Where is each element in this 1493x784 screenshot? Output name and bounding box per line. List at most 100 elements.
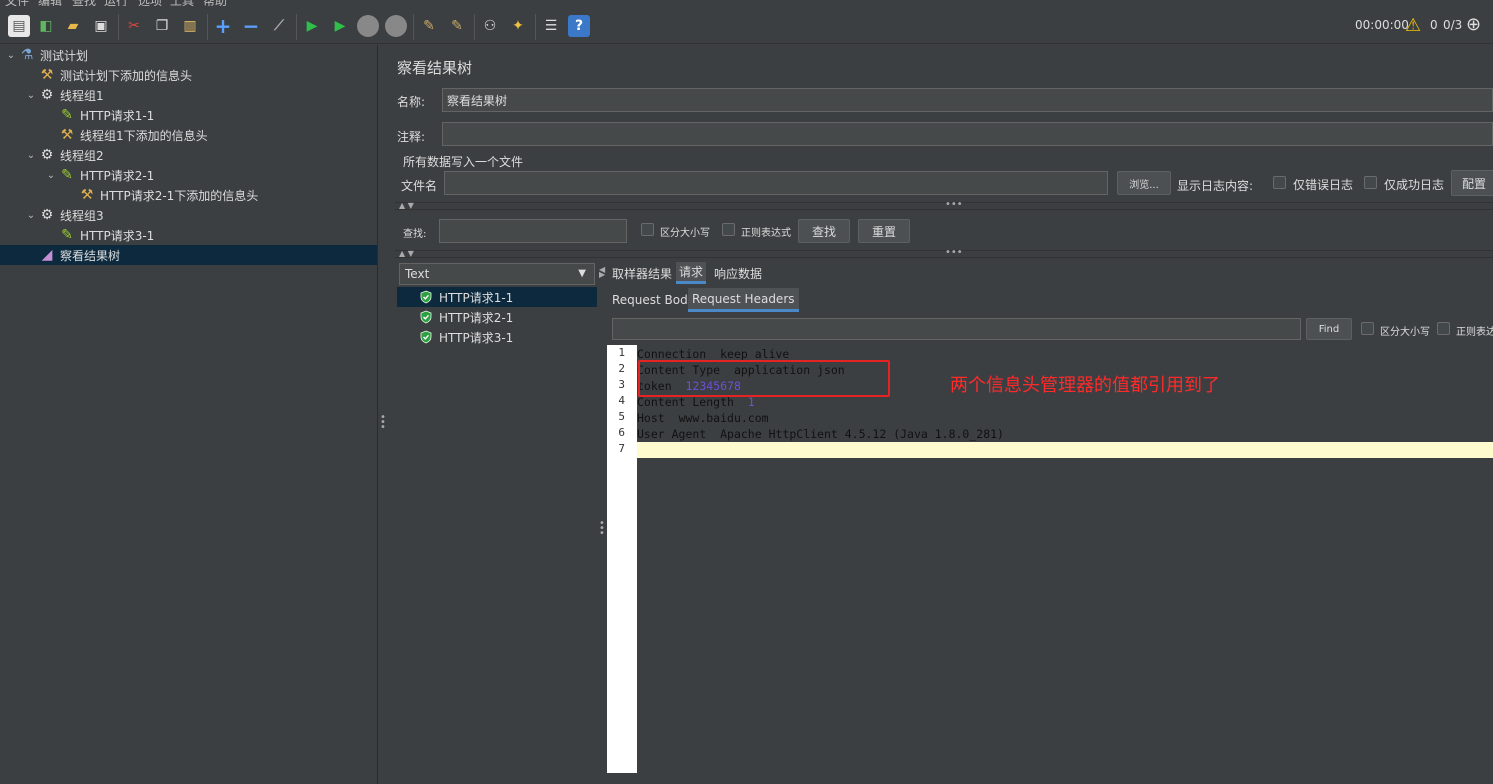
tree-node[interactable]: ⌄ ⚙ 线程组3: [0, 205, 377, 225]
line-number-gutter: 1 2 3 4 5 6 7: [607, 345, 637, 773]
open-icon[interactable]: ▰: [62, 15, 84, 37]
tree-node[interactable]: ◢ 察看结果树: [0, 245, 377, 265]
result-tab[interactable]: 请求: [676, 262, 707, 284]
header-line: User Agent Apache HttpClient 4.5.12 (Jav…: [637, 426, 1004, 442]
reset-button[interactable]: 重置: [858, 219, 910, 243]
result-item-label: HTTP请求1-1: [439, 290, 514, 305]
view-results-tree-panel: 察看结果树 名称: 察看结果树 注释: 所有数据写入一个文件 文件名 浏览...…: [387, 45, 1493, 784]
tree-node[interactable]: ⚒ 测试计划下添加的信息头: [0, 65, 377, 85]
request-subtab[interactable]: Request Body: [608, 288, 699, 312]
tree-node[interactable]: ✎ HTTP请求1-1: [0, 105, 377, 125]
success-only-label: 仅成功日志: [1384, 178, 1445, 192]
vertical-splitter-handle[interactable]: • • •: [599, 519, 605, 539]
splitter-handle[interactable]: • • •: [380, 413, 386, 433]
success-shield-icon: [420, 310, 432, 324]
elapsed-timer: 00:00:00: [1355, 18, 1409, 32]
collapse-icon[interactable]: −: [240, 14, 262, 38]
cut-icon[interactable]: ✂: [123, 15, 145, 37]
result-item[interactable]: HTTP请求2-1: [397, 307, 597, 327]
tree-node-label: 测试计划: [40, 48, 89, 63]
pipette-icon: ✎: [61, 107, 73, 123]
request-subtab[interactable]: Request Headers: [688, 288, 799, 312]
save-icon[interactable]: ▣: [90, 15, 112, 37]
panel-divider-bottom[interactable]: ▲ ▼ •••: [395, 247, 1493, 258]
line-number: 7: [618, 442, 625, 455]
tree-node[interactable]: ⌄ ⚙ 线程组2: [0, 145, 377, 165]
comment-label: 注释:: [397, 130, 426, 144]
comment-input[interactable]: [442, 122, 1493, 146]
line-number: 3: [618, 378, 625, 391]
start-icon[interactable]: ▶: [301, 15, 323, 37]
help-icon[interactable]: ?: [568, 15, 590, 37]
header-line: Host www.baidu.com: [637, 410, 769, 426]
header-key: Host: [637, 411, 665, 425]
tree-node-label: 线程组3: [60, 208, 104, 223]
result-item[interactable]: HTTP请求3-1: [397, 327, 597, 347]
warning-count: 0: [1430, 18, 1438, 32]
result-tab[interactable]: 响应数据: [711, 262, 765, 284]
configure-button[interactable]: 配置: [1451, 170, 1493, 196]
chevron-down-icon[interactable]: ⌄: [24, 90, 38, 101]
panel-divider-top[interactable]: ▲ ▼ •••: [395, 199, 1493, 210]
tree-node[interactable]: ✎ HTTP请求3-1: [0, 225, 377, 245]
request-search-input[interactable]: [612, 318, 1301, 340]
request-find-button[interactable]: Find: [1306, 318, 1352, 340]
chevron-down-icon[interactable]: ⌄: [44, 170, 58, 181]
errors-only-checkbox[interactable]: [1273, 176, 1286, 189]
tree-node[interactable]: ⚒ HTTP请求2-1下添加的信息头: [0, 185, 377, 205]
chevron-down-icon[interactable]: ⌄: [24, 210, 38, 221]
chevron-down-icon[interactable]: ⌄: [24, 150, 38, 161]
tree-node[interactable]: ⌄ ⚙ 线程组1: [0, 85, 377, 105]
line-number: 6: [618, 426, 625, 439]
header-value: 1: [747, 395, 755, 409]
tree-node[interactable]: ⌄ ✎ HTTP请求2-1: [0, 165, 377, 185]
start-no-pauses-icon[interactable]: ▶: [329, 15, 351, 37]
request-case-label: 区分大小写: [1380, 327, 1430, 338]
result-item-label: HTTP请求2-1: [439, 310, 514, 325]
renderer-select[interactable]: Text ▼: [399, 263, 595, 285]
header-value: keep alive: [720, 347, 790, 361]
result-item[interactable]: HTTP请求1-1: [397, 287, 597, 307]
regex-checkbox[interactable]: [722, 223, 735, 236]
copy-icon[interactable]: ❐: [151, 15, 173, 37]
result-tab[interactable]: 取样器结果: [609, 262, 675, 284]
success-only-checkbox[interactable]: [1364, 176, 1377, 189]
name-input[interactable]: 察看结果树: [442, 88, 1493, 112]
annotation-text: 两个信息头管理器的值都引用到了: [950, 375, 1220, 396]
request-case-checkbox[interactable]: [1361, 322, 1374, 335]
expand-icon[interactable]: +: [212, 14, 234, 38]
tree-node[interactable]: ⌄ ⚗ 测试计划: [0, 45, 377, 65]
shutdown-icon[interactable]: [385, 15, 407, 37]
tree-node[interactable]: ⚒ 线程组1下添加的信息头: [0, 125, 377, 145]
errors-only-label: 仅错误日志: [1293, 178, 1354, 192]
line-number: 4: [618, 394, 625, 407]
request-regex-checkbox[interactable]: [1437, 322, 1450, 335]
toggle-icon[interactable]: ⟋: [268, 15, 290, 37]
paste-icon[interactable]: ▥: [179, 15, 201, 37]
clear-icon[interactable]: ✎: [418, 15, 440, 37]
request-headers-text[interactable]: Connection keep alive Content Type applic…: [637, 345, 1493, 773]
templates-icon[interactable]: ◧: [35, 15, 57, 37]
line-number: 1: [618, 346, 625, 359]
collapse-arrows[interactable]: ◀ ▶: [599, 266, 605, 279]
stop-icon[interactable]: [357, 15, 379, 37]
function-helper-icon[interactable]: ☰: [540, 15, 562, 37]
case-sensitive-checkbox[interactable]: [641, 223, 654, 236]
test-plan-tree: ⌄ ⚗ 测试计划 ⚒ 测试计划下添加的信息头 ⌄ ⚙ 线程组1 ✎ HTTP请求1-1 ⚒ 线程组1下…: [0, 45, 378, 784]
header-key: Content Length: [637, 395, 734, 409]
search-binoculars-icon[interactable]: ⚇: [479, 15, 501, 37]
find-button[interactable]: 查找: [798, 219, 850, 243]
clear-all-icon[interactable]: ✎: [446, 15, 468, 37]
filename-input[interactable]: [444, 171, 1108, 195]
browse-button[interactable]: 浏览...: [1117, 171, 1171, 195]
remote-status-icon[interactable]: ⊕: [1466, 14, 1481, 35]
chevron-down-icon[interactable]: ⌄: [4, 50, 18, 61]
tree-node-label: HTTP请求3-1: [80, 228, 155, 243]
tree-node-label: 线程组1下添加的信息头: [80, 128, 208, 143]
file-section-title: 所有数据写入一个文件: [403, 155, 524, 169]
result-item-label: HTTP请求3-1: [439, 330, 514, 345]
new-icon[interactable]: ▤: [8, 15, 30, 37]
reset-search-icon[interactable]: ✦: [507, 15, 529, 37]
warning-icon[interactable]: ⚠: [1405, 15, 1421, 36]
search-input[interactable]: [439, 219, 627, 243]
